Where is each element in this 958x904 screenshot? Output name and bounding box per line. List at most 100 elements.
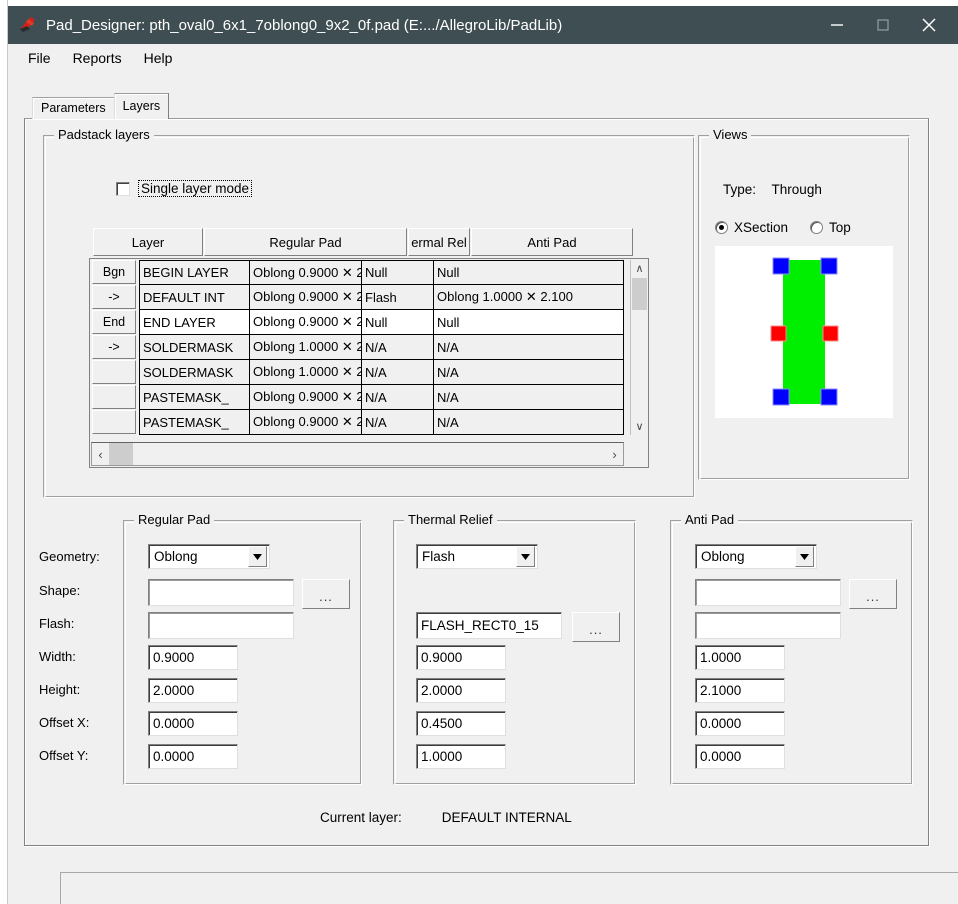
cell-thermal-relief[interactable]: Null [362, 310, 434, 335]
row-button-next-1[interactable]: -> [92, 285, 136, 309]
cell-regular-pad[interactable]: Oblong 0.9000 ✕ 2.0000 [250, 310, 362, 335]
row-button-bgn[interactable]: Bgn [92, 260, 136, 284]
anti-pad-flash-input[interactable] [695, 612, 841, 639]
cell-thermal-relief[interactable]: Null [362, 260, 434, 285]
regular-pad-geometry-combo[interactable]: Oblong [148, 544, 270, 569]
table-row[interactable]: DEFAULT INT Oblong 0.9000 ✕ 2.0000 Flash… [140, 285, 624, 310]
scroll-right-icon[interactable]: › [606, 443, 623, 465]
current-layer-row: Current layer: DEFAULT INTERNAL [320, 810, 572, 825]
cell-thermal-relief[interactable]: N/A [362, 335, 434, 360]
cell-regular-pad[interactable]: Oblong 1.0000 ✕ 2.1000 [250, 360, 362, 385]
table-row[interactable]: PASTEMASK_ Oblong 0.9000 ✕ 2.0000 N/A N/… [140, 385, 624, 410]
regular-pad-width-input[interactable]: 0.9000 [148, 645, 238, 670]
row-button-blank-3[interactable] [92, 410, 136, 434]
maximize-button[interactable] [860, 6, 906, 44]
scroll-up-icon[interactable]: ∧ [631, 260, 648, 277]
table-row[interactable]: SOLDERMASK Oblong 1.0000 ✕ 2.1000 N/A N/… [140, 335, 624, 360]
thermal-relief-offset-x-input[interactable]: 0.4500 [416, 711, 506, 736]
single-layer-mode-checkbox[interactable] [116, 181, 130, 196]
close-button[interactable] [906, 6, 952, 44]
cell-regular-pad[interactable]: Oblong 1.0000 ✕ 2.1000 [250, 335, 362, 360]
horizontal-scroll-thumb[interactable] [109, 443, 133, 465]
anti-pad-width-input[interactable]: 1.0000 [695, 645, 785, 670]
cell-anti-pad[interactable]: Null [434, 310, 624, 335]
cell-layer[interactable]: SOLDERMASK [140, 335, 250, 360]
thermal-relief-width-input[interactable]: 0.9000 [416, 645, 506, 670]
radio-xsection[interactable] [715, 221, 728, 234]
cell-layer[interactable]: SOLDERMASK [140, 360, 250, 385]
column-header-layer[interactable]: Layer [93, 228, 203, 256]
menu-file[interactable]: File [17, 48, 62, 68]
cell-regular-pad[interactable]: Oblong 0.9000 ✕ 2.0000 [250, 385, 362, 410]
anti-pad-offset-y-input[interactable]: 0.0000 [695, 744, 785, 769]
cell-anti-pad[interactable]: N/A [434, 410, 624, 435]
cell-anti-pad[interactable]: N/A [434, 335, 624, 360]
minimize-button[interactable] [814, 6, 860, 44]
tab-parameters[interactable]: Parameters [32, 97, 115, 119]
anti-pad-geometry-value: Oblong [701, 549, 745, 564]
cell-regular-pad[interactable]: Oblong 0.9000 ✕ 2.0000 [250, 260, 362, 285]
cell-layer[interactable]: BEGIN LAYER [140, 260, 250, 285]
regular-pad-flash-input[interactable] [148, 612, 294, 639]
cell-anti-pad[interactable]: Null [434, 260, 624, 285]
chevron-down-icon[interactable] [795, 546, 814, 567]
cell-regular-pad[interactable]: Oblong 0.9000 ✕ 2.0000 [250, 410, 362, 435]
label-height: Height: [39, 682, 81, 697]
menu-reports[interactable]: Reports [62, 48, 133, 68]
padstack-layers-title: Padstack layers [54, 128, 154, 142]
regular-pad-offset-y-input[interactable]: 0.0000 [148, 744, 238, 769]
scroll-left-icon[interactable]: ‹ [92, 443, 109, 465]
column-header-anti-pad[interactable]: Anti Pad [471, 228, 633, 256]
anti-pad-browse-button[interactable]: ... [849, 579, 897, 609]
regular-pad-shape-input[interactable] [148, 579, 294, 606]
anti-pad-geometry-combo[interactable]: Oblong [695, 544, 817, 569]
regular-pad-browse-button[interactable]: ... [302, 579, 350, 609]
table-horizontal-scrollbar[interactable]: ‹ › [91, 442, 624, 466]
chevron-down-icon[interactable] [248, 546, 267, 567]
row-button-blank-2[interactable] [92, 385, 136, 409]
menu-help[interactable]: Help [133, 48, 184, 68]
radio-top-label[interactable]: Top [829, 220, 851, 235]
scroll-down-icon[interactable]: ∨ [631, 418, 648, 435]
cell-layer[interactable]: END LAYER [140, 310, 250, 335]
radio-xsection-label[interactable]: XSection [734, 220, 788, 235]
anti-pad-shape-input[interactable] [695, 579, 841, 606]
view-type-label: Type: [723, 182, 757, 197]
radio-top[interactable] [810, 221, 824, 234]
pad-designer-window: Pad_Designer: pth_oval0_6x1_7oblong0_9x2… [0, 0, 958, 904]
row-button-next-2[interactable]: -> [92, 335, 136, 359]
anti-pad-offset-x-input[interactable]: 0.0000 [695, 711, 785, 736]
column-header-thermal-relief[interactable]: ermal Rel [408, 228, 470, 256]
cell-layer[interactable]: DEFAULT INT [140, 285, 250, 310]
chevron-down-icon[interactable] [516, 546, 535, 567]
table-row[interactable]: END LAYER Oblong 0.9000 ✕ 2.0000 Null Nu… [140, 310, 624, 335]
table-vertical-scrollbar[interactable]: ∧ ∨ [630, 260, 647, 435]
cell-thermal-relief[interactable]: Flash [362, 285, 434, 310]
regular-pad-height-input[interactable]: 2.0000 [148, 678, 238, 703]
cell-anti-pad[interactable]: N/A [434, 360, 624, 385]
anti-pad-height-input[interactable]: 2.1000 [695, 678, 785, 703]
cell-regular-pad[interactable]: Oblong 0.9000 ✕ 2.0000 [250, 285, 362, 310]
cell-layer[interactable]: PASTEMASK_ [140, 410, 250, 435]
table-row[interactable]: SOLDERMASK Oblong 1.0000 ✕ 2.1000 N/A N/… [140, 360, 624, 385]
column-header-regular-pad[interactable]: Regular Pad [204, 228, 407, 256]
regular-pad-offset-x-input[interactable]: 0.0000 [148, 711, 238, 736]
cell-anti-pad[interactable]: Oblong 1.0000 ✕ 2.100 [434, 285, 624, 310]
row-button-blank-1[interactable] [92, 360, 136, 384]
row-button-end[interactable]: End [92, 310, 136, 334]
table-row[interactable]: BEGIN LAYER Oblong 0.9000 ✕ 2.0000 Null … [140, 260, 624, 285]
cell-thermal-relief[interactable]: N/A [362, 410, 434, 435]
tab-layers[interactable]: Layers [113, 93, 170, 119]
thermal-relief-height-input[interactable]: 2.0000 [416, 678, 506, 703]
cell-layer[interactable]: PASTEMASK_ [140, 385, 250, 410]
cell-anti-pad[interactable]: N/A [434, 385, 624, 410]
thermal-relief-geometry-combo[interactable]: Flash [416, 544, 538, 569]
thermal-relief-flash-input[interactable]: FLASH_RECT0_15 [416, 612, 562, 639]
single-layer-mode-row[interactable]: Single layer mode [116, 180, 253, 197]
table-row[interactable]: PASTEMASK_ Oblong 0.9000 ✕ 2.0000 N/A N/… [140, 410, 624, 435]
thermal-relief-offset-y-input[interactable]: 1.0000 [416, 744, 506, 769]
vertical-scroll-thumb[interactable] [632, 278, 647, 310]
cell-thermal-relief[interactable]: N/A [362, 360, 434, 385]
thermal-relief-browse-button[interactable]: ... [572, 612, 620, 642]
cell-thermal-relief[interactable]: N/A [362, 385, 434, 410]
